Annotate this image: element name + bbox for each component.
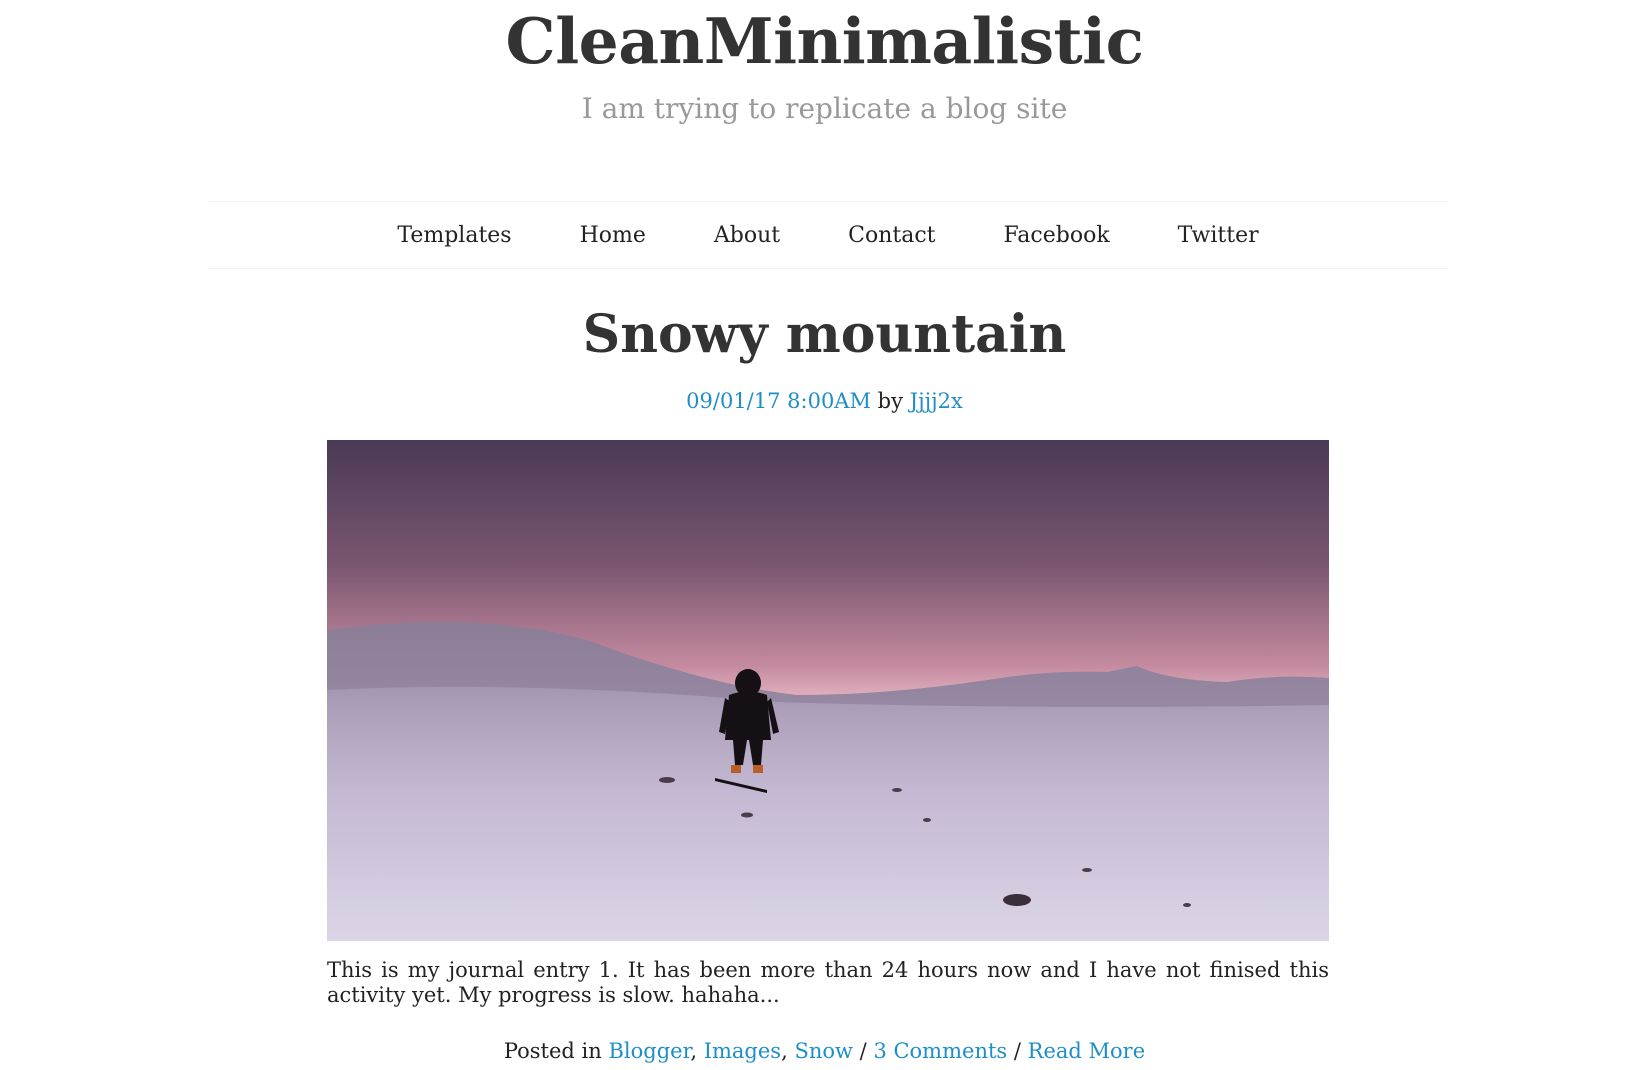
category-link-blogger[interactable]: Blogger xyxy=(608,1039,690,1063)
post-by-label: by xyxy=(877,389,903,413)
nav-item-templates[interactable]: Templates xyxy=(397,223,511,248)
site-tagline: I am trying to replicate a blog site xyxy=(581,92,1068,125)
slash-separator: / xyxy=(1013,1039,1021,1063)
category-link-snow[interactable]: Snow xyxy=(794,1039,853,1063)
nav-item-home[interactable]: Home xyxy=(580,223,646,248)
post-body: This is my journal entry 1. It has been … xyxy=(327,958,1329,1007)
post-title[interactable]: Snowy mountain xyxy=(0,304,1649,365)
category-link-images[interactable]: Images xyxy=(704,1039,781,1063)
comments-link[interactable]: 3 Comments xyxy=(873,1039,1007,1063)
nav-item-contact[interactable]: Contact xyxy=(848,223,935,248)
page: CleanMinimalistic I am trying to replica… xyxy=(0,0,1649,1070)
comma-separator: , xyxy=(781,1039,788,1063)
site-title[interactable]: CleanMinimalistic xyxy=(0,4,1649,78)
comma-separator: , xyxy=(690,1039,697,1063)
nav-item-twitter[interactable]: Twitter xyxy=(1178,223,1259,248)
post-image xyxy=(327,440,1329,941)
post-author-link[interactable]: Jjjj2x xyxy=(910,389,963,413)
main-nav: Templates Home About Contact Facebook Tw… xyxy=(208,201,1448,269)
slash-separator: / xyxy=(859,1039,867,1063)
posted-in-label: Posted in xyxy=(503,1039,602,1063)
read-more-link[interactable]: Read More xyxy=(1028,1039,1146,1063)
post-footer: Posted in Blogger, Images, Snow / 3 Comm… xyxy=(0,1039,1649,1063)
nav-item-facebook[interactable]: Facebook xyxy=(1004,223,1110,248)
post-meta: 09/01/17 8:00AM by Jjjj2x xyxy=(0,389,1649,413)
post-date-link[interactable]: 09/01/17 8:00AM xyxy=(686,389,871,413)
nav-item-about[interactable]: About xyxy=(714,223,780,248)
